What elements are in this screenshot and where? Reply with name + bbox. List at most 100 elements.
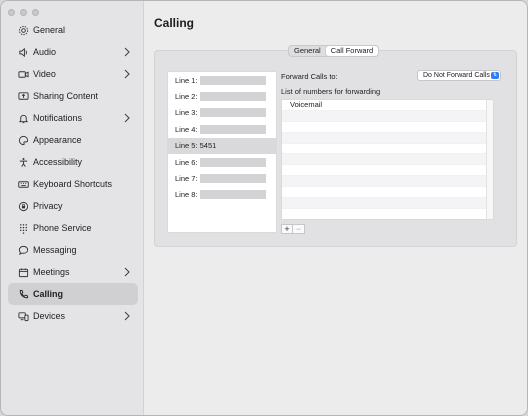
line-row[interactable]: Line 6: — [168, 154, 276, 170]
sidebar-item-notifications[interactable]: Notifications — [8, 107, 138, 129]
line-label: Line 2: — [175, 92, 198, 102]
sidebar: General Audio Video Sharing Content Notifica… — [1, 1, 144, 415]
list-item[interactable] — [282, 198, 493, 209]
sidebar-item-label: Keyboard Shortcuts — [33, 179, 113, 189]
line-label: Line 4: — [175, 124, 198, 134]
sidebar-item-label: General — [33, 25, 66, 35]
chevron-right-icon — [124, 267, 130, 277]
forward-calls-label: Forward Calls to: — [281, 72, 338, 81]
sidebar-item-video[interactable]: Video — [8, 63, 138, 85]
close-window-button[interactable] — [8, 9, 15, 16]
video-camera-icon — [18, 69, 29, 80]
sidebar-item-label: Appearance — [33, 135, 82, 145]
redacted-number — [199, 92, 266, 102]
zoom-window-button[interactable] — [32, 9, 39, 16]
minimize-window-button[interactable] — [20, 9, 27, 16]
forwarding-list-label: List of numbers for forwarding — [281, 87, 381, 96]
line-row[interactable]: Line 5: 5451 — [168, 137, 276, 154]
privacy-icon — [18, 201, 29, 212]
line-label: Line 5: 5451 — [175, 141, 217, 151]
forward-calls-dropdown[interactable]: Do Not Forward Calls ⇅ — [417, 70, 501, 81]
redacted-number — [199, 157, 266, 167]
sidebar-item-label: Calling — [33, 289, 64, 299]
gear-icon — [18, 25, 29, 36]
sidebar-item-meetings[interactable]: Meetings — [8, 261, 138, 283]
tab-bar: General Call Forward — [288, 45, 380, 57]
redacted-number — [199, 174, 266, 184]
chevron-right-icon — [124, 47, 130, 57]
sidebar-nav: General Audio Video Sharing Content Notifica… — [8, 19, 138, 327]
speaker-icon — [18, 47, 29, 58]
line-row[interactable]: Line 1: — [168, 72, 276, 88]
list-item[interactable] — [282, 110, 493, 122]
screen-share-icon — [18, 91, 29, 102]
sidebar-item-phone-service[interactable]: Phone Service — [8, 217, 138, 239]
palette-icon — [18, 135, 29, 146]
sidebar-item-label: Privacy — [33, 201, 63, 211]
sidebar-item-sharing-content[interactable]: Sharing Content — [8, 85, 138, 107]
sidebar-item-label: Video — [33, 69, 56, 79]
list-item[interactable] — [282, 144, 493, 155]
calendar-icon — [18, 267, 29, 278]
page-title: Calling — [154, 16, 195, 30]
sidebar-item-label: Devices — [33, 311, 66, 321]
keyboard-icon — [18, 179, 29, 190]
sidebar-item-messaging[interactable]: Messaging — [8, 239, 138, 261]
line-row[interactable]: Line 4: — [168, 121, 276, 137]
sidebar-item-appearance[interactable]: Appearance — [8, 129, 138, 151]
sidebar-item-devices[interactable]: Devices — [8, 305, 138, 327]
tab-call-forward[interactable]: Call Forward — [325, 46, 379, 56]
sidebar-item-calling[interactable]: Calling — [8, 283, 138, 305]
sidebar-item-privacy[interactable]: Privacy — [8, 195, 138, 217]
sidebar-item-keyboard-shortcuts[interactable]: Keyboard Shortcuts — [8, 173, 138, 195]
chevron-right-icon — [124, 69, 130, 79]
settings-window: General Audio Video Sharing Content Notifica… — [0, 0, 528, 416]
list-item[interactable] — [282, 165, 493, 177]
line-label: Line 1: — [175, 75, 198, 85]
redacted-number — [199, 75, 266, 85]
remove-number-button[interactable]: − — [293, 224, 305, 234]
sidebar-item-label: Notifications — [33, 113, 83, 123]
sidebar-item-accessibility[interactable]: Accessibility — [8, 151, 138, 173]
list-item[interactable] — [282, 209, 493, 219]
sidebar-item-audio[interactable]: Audio — [8, 41, 138, 63]
chat-bubble-icon — [18, 245, 29, 256]
add-number-button[interactable]: + — [281, 224, 293, 234]
forwarding-numbers-list: Voicemail — [281, 99, 494, 220]
devices-icon — [18, 311, 29, 322]
line-row[interactable]: Line 2: — [168, 88, 276, 104]
chevron-updown-icon: ⇅ — [491, 72, 499, 79]
list-item[interactable]: Voicemail — [282, 100, 493, 111]
line-label: Line 8: — [175, 190, 198, 200]
list-item[interactable] — [282, 187, 493, 199]
line-label: Line 6: — [175, 157, 198, 167]
line-label: Line 3: — [175, 108, 198, 118]
list-item[interactable] — [282, 132, 493, 144]
dialpad-icon — [18, 223, 29, 234]
line-row[interactable]: Line 3: — [168, 105, 276, 121]
list-item[interactable] — [282, 154, 493, 166]
window-controls — [8, 9, 39, 16]
sidebar-item-label: Audio — [33, 47, 57, 57]
tab-general[interactable]: General — [289, 46, 326, 56]
lines-list: Line 1: Line 2: Line 3: Line 4: Line 5: 5451… — [167, 71, 277, 233]
redacted-number — [199, 190, 266, 200]
sidebar-item-label: Phone Service — [33, 223, 92, 233]
sidebar-item-label: Meetings — [33, 267, 70, 277]
list-item[interactable] — [282, 122, 493, 133]
line-row[interactable]: Line 7: — [168, 170, 276, 186]
bell-icon — [18, 113, 29, 124]
line-row[interactable]: Line 8: — [168, 187, 276, 203]
line-label: Line 7: — [175, 174, 198, 184]
scrollbar[interactable] — [486, 100, 493, 219]
accessibility-icon — [18, 157, 29, 168]
sidebar-item-general[interactable]: General — [8, 19, 138, 41]
list-item[interactable] — [282, 176, 493, 188]
sidebar-item-label: Accessibility — [33, 157, 83, 167]
add-remove-controls: + − — [281, 224, 305, 234]
phone-icon — [18, 289, 29, 300]
chevron-right-icon — [124, 311, 130, 321]
forward-calls-value: Do Not Forward Calls — [423, 72, 490, 79]
chevron-right-icon — [124, 113, 130, 123]
main-content: Calling General Call Forward Line 1: Line… — [145, 1, 527, 415]
